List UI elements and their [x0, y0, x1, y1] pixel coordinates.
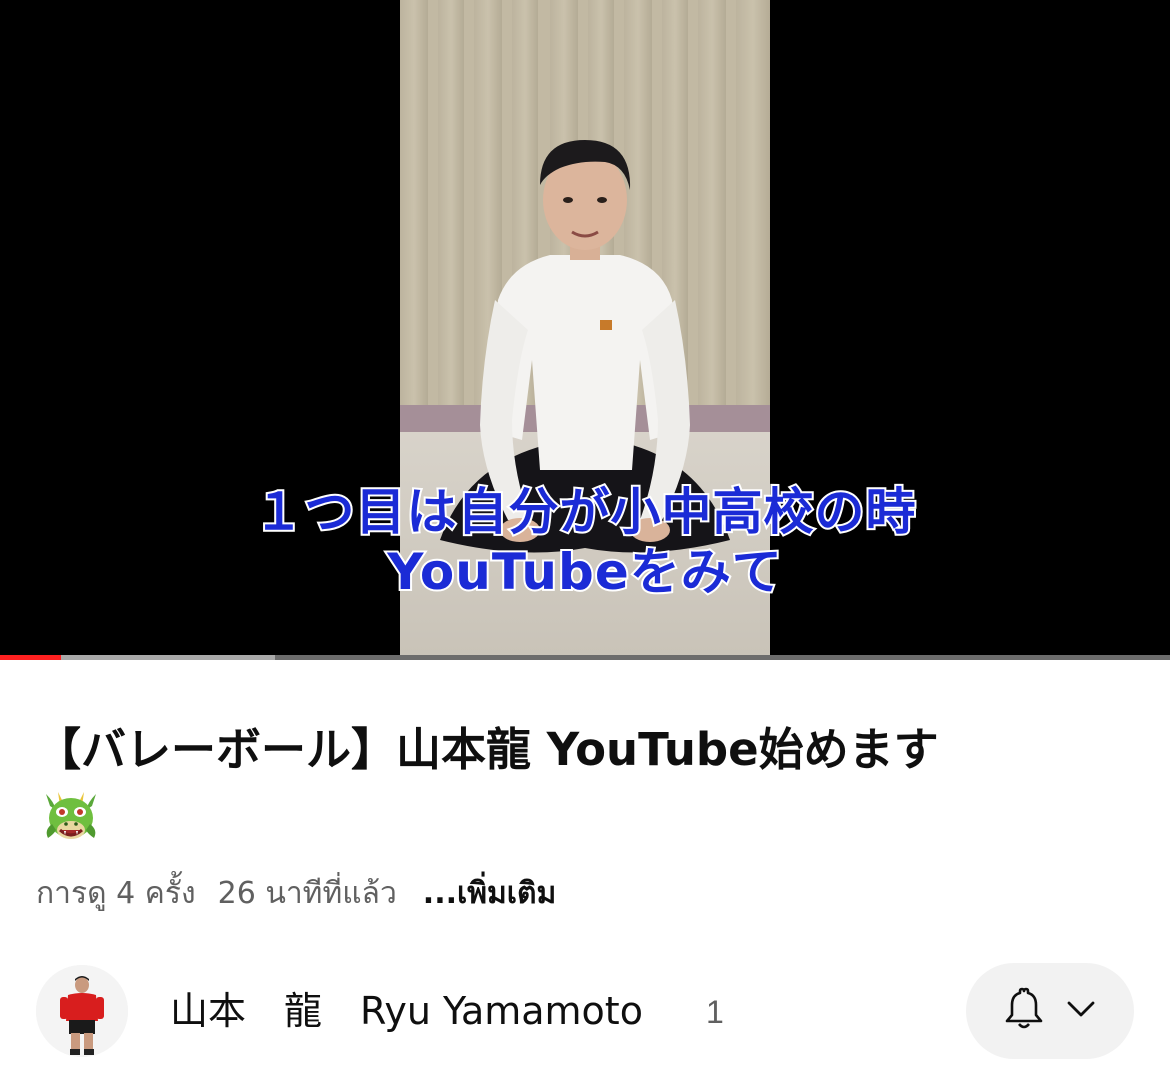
video-stats: การดู 4 ครั้ง 26 นาทีที่แล้ว ...เพิ่มเติม	[36, 872, 578, 916]
watch-page: １つ目は自分が小中高校の時 YouTubeをみて 【バレーボール】山本龍 You…	[0, 0, 1170, 1083]
progress-played	[0, 655, 61, 660]
video-caption: １つ目は自分が小中高校の時 YouTubeをみて	[0, 481, 1170, 603]
channel-name[interactable]: 山本 龍 Ryu Yamamoto	[170, 986, 643, 1036]
notification-button[interactable]	[966, 963, 1134, 1059]
dragon-face-icon	[38, 784, 104, 850]
video-progress-bar[interactable]	[0, 655, 1170, 660]
view-count: การดู 4 ครั้ง	[36, 876, 196, 911]
caption-line-2: YouTubeをみて	[385, 541, 783, 603]
video-player[interactable]: １つ目は自分が小中高校の時 YouTubeをみて	[0, 0, 1170, 655]
channel-avatar[interactable]	[36, 965, 128, 1057]
video-title[interactable]: 【バレーボール】山本龍 YouTube始めます	[36, 718, 1146, 782]
more-button[interactable]: ...เพิ่มเติม	[423, 876, 557, 911]
caption-line-1: １つ目は自分が小中高校の時	[252, 481, 918, 543]
upload-time: 26 นาทีที่แล้ว	[217, 876, 397, 911]
chevron-down-icon	[1066, 1000, 1096, 1023]
avatar-image	[36, 965, 128, 1057]
bell-icon	[1004, 987, 1044, 1036]
subscriber-count: 1	[706, 994, 724, 1030]
